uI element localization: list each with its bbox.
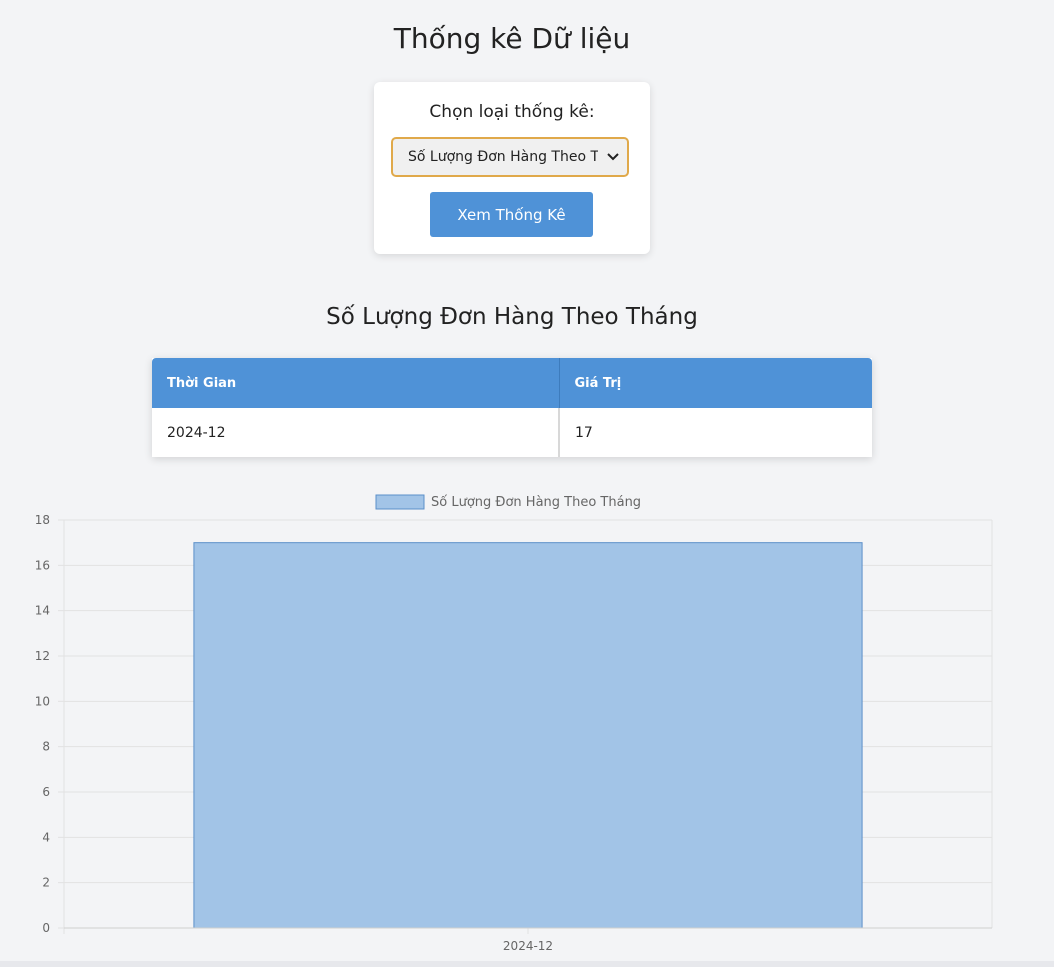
page-title: Thống kê Dữ liệu	[393, 22, 631, 55]
y-tick-label: 8	[42, 740, 50, 754]
stat-type-selected-value: Số Lượng Đơn Hàng Theo Tháng	[408, 149, 598, 165]
y-tick-label: 12	[35, 649, 50, 663]
y-tick-label: 0	[42, 921, 50, 935]
y-tick-label: 14	[35, 604, 50, 618]
bar-chart: Số Lượng Đơn Hàng Theo Tháng 0 2 4 6 8 10 12 14 1…	[35, 494, 993, 953]
window-bottom-edge	[0, 961, 1054, 967]
y-tick-label: 10	[35, 694, 50, 708]
table-cell-time: 2024-12	[152, 408, 560, 457]
stat-type-label: Chọn loại thống kê:	[429, 102, 595, 122]
y-tick-label: 6	[42, 785, 50, 799]
y-tick-label: 16	[35, 558, 50, 572]
bar	[193, 542, 863, 929]
y-tick-label: 4	[42, 830, 50, 844]
result-title: Số Lượng Đơn Hàng Theo Tháng	[326, 304, 698, 330]
x-tick-label: 2024-12	[503, 939, 553, 953]
table-header-row: Thời Gian Giá Trị	[152, 358, 872, 408]
y-tick-label: 2	[42, 876, 50, 890]
legend-label: Số Lượng Đơn Hàng Theo Tháng	[431, 495, 641, 510]
column-header-time: Thời Gian	[152, 358, 560, 408]
result-table: Thời Gian Giá Trị 2024-12 17	[152, 358, 872, 457]
column-header-value: Giá Trị	[559, 358, 872, 408]
table-cell-value: 17	[575, 424, 593, 441]
legend-swatch	[375, 494, 425, 510]
stat-control-card: Chọn loại thống kê: Số Lượng Đơn Hàng Th…	[374, 82, 650, 254]
y-tick-label: 18	[35, 513, 50, 527]
stat-type-select[interactable]: Số Lượng Đơn Hàng Theo Tháng	[391, 137, 629, 177]
view-stats-button[interactable]: Xem Thống Kê	[430, 192, 593, 237]
table-row: 2024-12 17	[152, 408, 872, 457]
chevron-down-icon	[607, 153, 619, 161]
